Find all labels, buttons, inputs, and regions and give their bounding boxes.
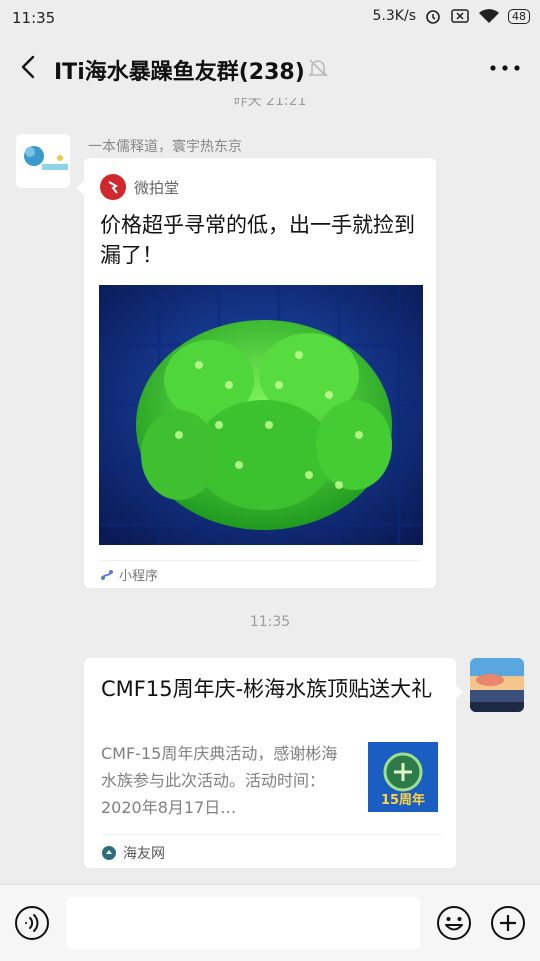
card-source: 微拍堂 xyxy=(100,174,179,200)
coral-image xyxy=(99,285,423,545)
status-right: 5.3K/s 48 xyxy=(373,7,530,25)
time-divider: 11:35 xyxy=(249,614,291,630)
card-description: CMF-15周年庆典活动，感谢彬海水族参与此次活动。活动时间：2020年8月17… xyxy=(101,744,338,817)
anniversary-thumbnail: 15周年 xyxy=(368,742,438,812)
thumbnail-text: 15周年 xyxy=(381,792,425,808)
card-headline: CMF15周年庆-彬海水族顶贴送大礼 xyxy=(101,677,433,701)
status-bar: 11:35 5.3K/s 48 xyxy=(0,0,540,36)
chevron-left-icon[interactable] xyxy=(14,52,44,82)
chat-area[interactable]: 昨天 21:21 一本儒释道，寰宇热东京 微拍堂 价格超乎寻常的低，出一手就捡到… xyxy=(0,88,540,884)
sim-off-icon xyxy=(451,9,469,23)
mini-program-card[interactable]: 微拍堂 价格超乎寻常的低，出一手就捡到漏了！ 小程序 xyxy=(84,158,436,588)
haiyou-logo-icon xyxy=(102,846,116,860)
alarm-icon xyxy=(426,10,440,24)
page-title[interactable]: ITi海水暴躁鱼友群(238) xyxy=(54,54,305,86)
weipaitang-logo-icon xyxy=(100,174,126,200)
input-bar xyxy=(0,884,540,961)
status-time: 11:35 xyxy=(12,9,56,27)
article-card[interactable]: CMF15周年庆-彬海水族顶贴送大礼 CMF-15周年庆典活动，感谢彬海水族参与… xyxy=(84,658,456,868)
avatar[interactable] xyxy=(470,658,524,712)
voice-icon[interactable] xyxy=(14,905,50,941)
card-footer-label: 海友网 xyxy=(123,846,165,862)
network-speed: 5.3K/s xyxy=(372,8,416,24)
battery-indicator: 48 xyxy=(508,8,530,24)
card-footer: 海友网 xyxy=(101,834,441,863)
time-divider: 昨天 21:21 xyxy=(233,93,307,109)
card-footer: 小程序 xyxy=(100,560,420,584)
bell-off-icon xyxy=(308,59,328,77)
smiley-icon[interactable] xyxy=(436,905,472,941)
plus-circle-icon[interactable] xyxy=(490,905,526,941)
message-input[interactable] xyxy=(66,897,420,949)
coral-logo-icon xyxy=(16,134,70,188)
card-headline: 价格超乎寻常的低，出一手就捡到漏了！ xyxy=(100,213,415,267)
wifi-icon xyxy=(479,9,499,23)
sender-name: 一本儒释道，寰宇热东京 xyxy=(88,139,242,155)
avatar[interactable] xyxy=(16,134,70,188)
card-footer-label: 小程序 xyxy=(119,569,159,584)
sunset-avatar-icon xyxy=(470,658,524,712)
card-source-name: 微拍堂 xyxy=(134,178,180,197)
ellipsis-icon[interactable] xyxy=(488,56,522,80)
mini-program-icon xyxy=(101,569,113,580)
